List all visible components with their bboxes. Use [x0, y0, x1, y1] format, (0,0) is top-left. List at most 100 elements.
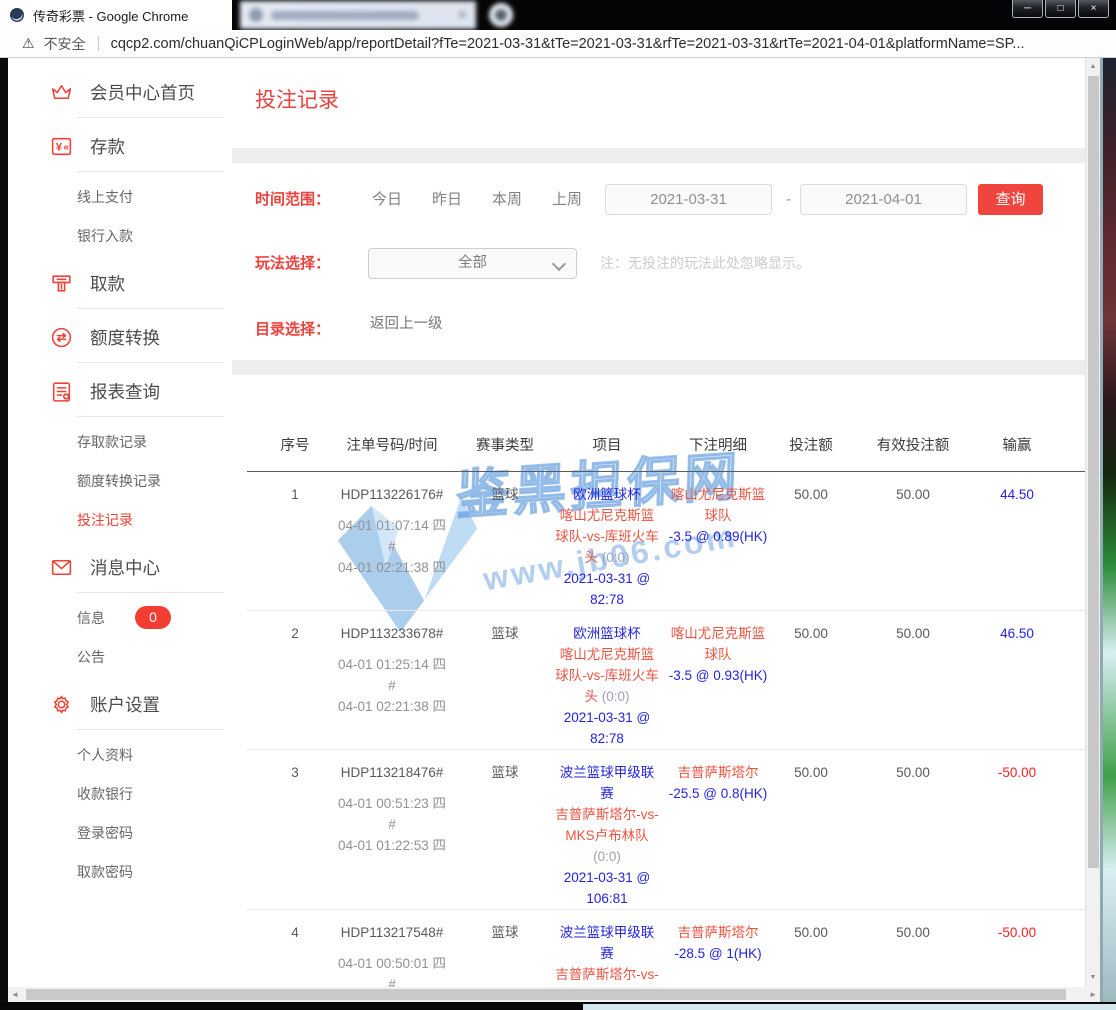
- bet-odds-link[interactable]: -3.5 @ 0.89(HK): [667, 526, 769, 547]
- bet-odds-link[interactable]: -25.5 @ 0.8(HK): [667, 783, 769, 804]
- sidebar-item-label: 存款: [90, 134, 125, 159]
- maximize-button[interactable]: □: [1045, 0, 1076, 18]
- vertical-scrollbar-thumb[interactable]: [1088, 76, 1099, 868]
- address-bar[interactable]: ⚠ 不安全 cqcp2.com/chuanQiCPLoginWeb/app/re…: [0, 30, 1116, 58]
- bet-time-separator: #: [329, 814, 455, 835]
- cell-bet-detail: 喀山尤尼克斯篮球队 -3.5 @ 0.93(HK): [663, 611, 773, 750]
- play-select-label: 玩法选择：: [255, 248, 330, 279]
- scroll-down-arrow[interactable]: ▼: [1086, 971, 1100, 985]
- bet-time-separator: #: [329, 974, 455, 987]
- bet-odds-link[interactable]: -3.5 @ 0.93(HK): [667, 665, 769, 686]
- not-secure-label[interactable]: 不安全: [44, 34, 86, 54]
- bet-odds-link[interactable]: -28.5 @ 1(HK): [667, 943, 769, 964]
- sidebar-subitem-登录密码[interactable]: 登录密码: [8, 813, 232, 852]
- bet-order-number: HDP113226176#: [329, 484, 455, 505]
- match-result-link[interactable]: 2021-03-31 @ 106:81: [555, 867, 659, 909]
- divider: [77, 416, 224, 417]
- main-content: 投注记录 时间范围： 今日昨日本周上周 2021-03-31 - 2021-04…: [232, 58, 1085, 987]
- sidebar-subitem-额度转换记录[interactable]: 额度转换记录: [8, 461, 232, 500]
- sidebar-subitem-公告[interactable]: 公告: [8, 637, 232, 676]
- sidebar-item-存款[interactable]: ¥« 存款: [8, 126, 232, 166]
- bet-time-start: 04-01 00:51:23 四: [329, 793, 455, 814]
- bet-time-end: 04-01 02:21:38 四: [329, 696, 455, 717]
- transfer-icon: [48, 324, 74, 350]
- quick-range-today[interactable]: 今日: [372, 183, 402, 216]
- query-button[interactable]: 查询: [978, 184, 1043, 215]
- settings-icon: [48, 691, 74, 717]
- svg-text:«: «: [63, 142, 69, 153]
- league-link[interactable]: 欧洲篮球杯: [555, 484, 659, 505]
- bet-order-number: HDP113233678#: [329, 623, 455, 644]
- sidebar-item-消息中心[interactable]: 消息中心: [8, 547, 232, 587]
- table-row: 3 HDP113218476# 04-01 00:51:23 四 # 04-01…: [247, 750, 1085, 910]
- sidebar-item-报表查询[interactable]: 报表查询: [8, 371, 232, 411]
- bet-order-number: HDP113218476#: [329, 762, 455, 783]
- scroll-right-arrow[interactable]: ►: [1089, 987, 1097, 1002]
- cell-winloss[interactable]: -50.00: [977, 750, 1057, 910]
- cell-item: 波兰篮球甲级联赛 吉普萨斯塔尔-vs-MKS卢布林队 (0:0) 2021-03…: [551, 750, 663, 910]
- sidebar-subitem-取款密码[interactable]: 取款密码: [8, 852, 232, 891]
- bet-team: 吉普萨斯塔尔: [667, 762, 769, 783]
- quick-range-this-week[interactable]: 本周: [492, 183, 522, 216]
- url-text[interactable]: cqcp2.com/chuanQiCPLoginWeb/app/reportDe…: [111, 36, 1025, 52]
- section-divider-band: [232, 360, 1085, 375]
- horizontal-scrollbar[interactable]: ◄ ►: [8, 987, 1100, 1002]
- sidebar-subitem-存取款记录[interactable]: 存取款记录: [8, 422, 232, 461]
- table-header-row: 序号注单号码/时间赛事类型项目下注明细投注额有效投注额输赢: [247, 398, 1085, 472]
- cell-order-time: HDP113233678# 04-01 01:25:14 四 # 04-01 0…: [325, 611, 459, 750]
- horizontal-scrollbar-thumb[interactable]: [26, 989, 1066, 1000]
- league-link[interactable]: 欧洲篮球杯: [555, 623, 659, 644]
- bet-time-separator: #: [329, 675, 455, 696]
- sidebar-subitem-label: 登录密码: [77, 823, 133, 843]
- blurred-tab-text: [271, 11, 419, 20]
- play-select-note: 注：无投注的玩法此处忽略显示。: [600, 248, 810, 279]
- bet-team: 吉普萨斯塔尔: [667, 922, 769, 943]
- sidebar-subitem-信息[interactable]: 信息0: [8, 598, 232, 637]
- cell-amount: 50.00: [773, 611, 849, 750]
- sidebar-item-额度转换[interactable]: 额度转换: [8, 317, 232, 357]
- scroll-up-arrow[interactable]: ▲: [1086, 60, 1100, 74]
- message-icon: [48, 554, 74, 580]
- back-up-level-link[interactable]: 返回上一级: [370, 314, 443, 334]
- play-select-dropdown[interactable]: 全部: [368, 248, 577, 279]
- cell-winloss[interactable]: 44.50: [977, 472, 1057, 611]
- sidebar-subitem-收款银行[interactable]: 收款银行: [8, 774, 232, 813]
- sidebar-item-账户设置[interactable]: 账户设置: [8, 684, 232, 724]
- crown-icon: [48, 79, 74, 105]
- cell-winloss[interactable]: 46.50: [977, 611, 1057, 750]
- date-from-input[interactable]: 2021-03-31: [605, 184, 772, 215]
- quick-range-yesterday[interactable]: 昨日: [432, 183, 462, 216]
- cell-bet-detail: 吉普萨斯塔尔 -25.5 @ 0.8(HK): [663, 750, 773, 910]
- sidebar-subitem-银行入款[interactable]: 银行入款: [8, 216, 232, 255]
- column-header-注单号码/时间: 注单号码/时间: [325, 398, 459, 472]
- sidebar-subitem-个人资料[interactable]: 个人资料: [8, 735, 232, 774]
- sidebar-item-取款[interactable]: 取款: [8, 263, 232, 303]
- date-to-input[interactable]: 2021-04-01: [800, 184, 967, 215]
- match-name: 喀山尤尼克斯篮球队-vs-库班火车头 (0:0): [555, 505, 659, 568]
- sidebar-item-会员中心首页[interactable]: 会员中心首页: [8, 72, 232, 112]
- warning-triangle-icon: ⚠: [22, 35, 35, 52]
- divider: [77, 308, 224, 309]
- match-result-link[interactable]: 2021-03-31 @ 82:78: [555, 568, 659, 610]
- sidebar-subitem-线上支付[interactable]: 线上支付: [8, 177, 232, 216]
- cell-order-time: HDP113218476# 04-01 00:51:23 四 # 04-01 0…: [325, 750, 459, 910]
- sidebar-subitem-投注记录[interactable]: 投注记录: [8, 500, 232, 539]
- minimize-button[interactable]: ─: [1012, 0, 1043, 18]
- cell-sport: 篮球: [459, 910, 551, 988]
- cell-winloss[interactable]: -50.00: [977, 910, 1057, 988]
- match-result-link[interactable]: 2021-03-31 @ 82:78: [555, 707, 659, 749]
- quick-range-last-week[interactable]: 上周: [552, 183, 582, 216]
- bet-team: 喀山尤尼克斯篮球队: [667, 484, 769, 526]
- sidebar-subitem-label: 额度转换记录: [77, 471, 161, 491]
- browser-titlebar: 传奇彩票 - Google Chrome ✕ ─ □ ×: [0, 0, 1116, 30]
- table-row: 1 HDP113226176# 04-01 01:07:14 四 # 04-01…: [247, 472, 1085, 611]
- cell-pad: [247, 472, 265, 611]
- league-link[interactable]: 波兰篮球甲级联赛: [555, 922, 659, 964]
- divider: [77, 362, 224, 363]
- league-link[interactable]: 波兰篮球甲级联赛: [555, 762, 659, 804]
- message-count-badge: 0: [135, 606, 171, 629]
- vertical-scrollbar[interactable]: ▲ ▼: [1085, 58, 1100, 987]
- scroll-left-arrow[interactable]: ◄: [11, 987, 19, 1002]
- match-name: 吉普萨斯塔尔-vs-MKS卢布林队 (0:0): [555, 964, 659, 987]
- close-button[interactable]: ×: [1078, 0, 1109, 18]
